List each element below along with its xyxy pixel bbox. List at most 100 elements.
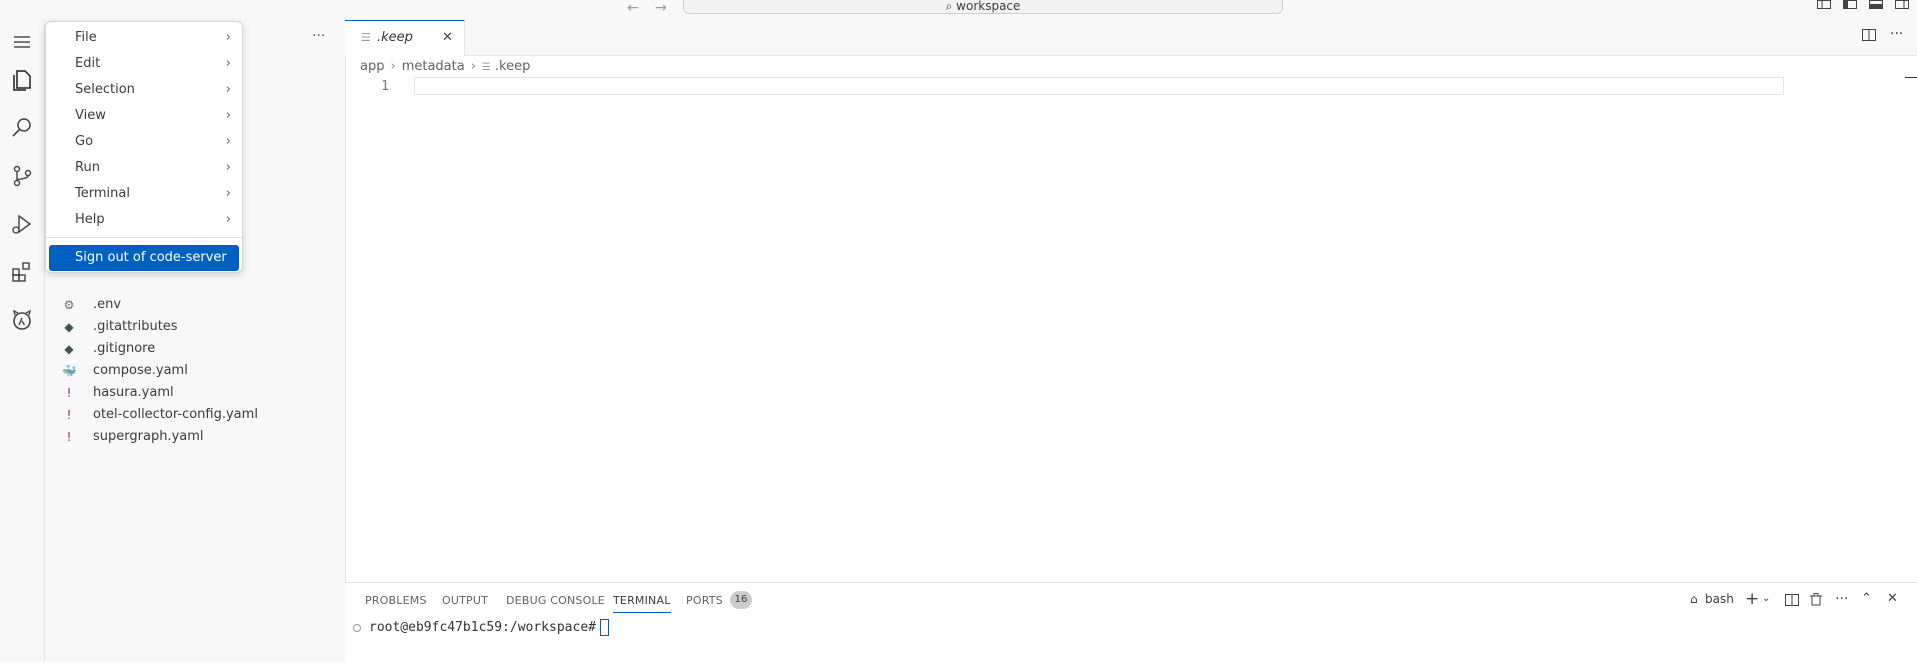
tab-problems[interactable]: PROBLEMS — [365, 594, 427, 607]
chevron-right-icon: › — [225, 56, 231, 71]
menu-item-label: Help — [75, 212, 105, 227]
git-icon: ◆ — [64, 320, 74, 334]
menu-item-run[interactable]: Run › — [49, 156, 239, 180]
menu-item-label: Terminal — [75, 186, 130, 201]
file-item[interactable]: ! hasura.yaml — [60, 383, 340, 403]
yaml-icon: ! — [66, 430, 72, 444]
chevron-right-icon: › — [225, 30, 231, 45]
breadcrumb-item[interactable]: metadata — [402, 59, 465, 74]
menu-item-label: Edit — [75, 56, 101, 71]
breadcrumb-item[interactable]: .keep — [495, 59, 530, 74]
terminal-icon: ⌂ — [1690, 592, 1698, 606]
breadcrumb: app › metadata › ☰ .keep — [360, 57, 530, 77]
terminal-status-icon — [353, 623, 361, 632]
breadcrumb-item[interactable]: app — [360, 59, 384, 74]
hasura-icon[interactable] — [8, 306, 36, 334]
file-item[interactable]: ◆ .gitattributes — [60, 317, 340, 337]
docker-icon: 🐳 — [61, 364, 77, 378]
toggle-panel-icon[interactable] — [1869, 0, 1883, 10]
file-name: otel-collector-config.yaml — [93, 407, 258, 422]
split-editor-icon[interactable] — [1862, 29, 1876, 41]
file-item[interactable]: ! supergraph.yaml — [60, 427, 340, 447]
terminal-output[interactable]: root@eb9fc47b1c59:/workspace# — [353, 619, 609, 636]
file-item[interactable]: ⚙ .env — [60, 295, 340, 315]
chevron-right-icon: › — [390, 59, 396, 74]
chevron-right-icon: › — [225, 186, 231, 201]
tab-output[interactable]: OUTPUT — [442, 594, 488, 607]
arrow-right-icon[interactable]: → — [655, 0, 667, 16]
sign-out-menu-item[interactable]: Sign out of code-server — [49, 245, 239, 271]
file-item[interactable]: ! otel-collector-config.yaml — [60, 405, 340, 425]
more-actions-icon[interactable]: ··· — [312, 28, 332, 46]
file-name: compose.yaml — [93, 363, 188, 378]
file-name: .gitignore — [93, 341, 156, 356]
editor-tabs — [345, 20, 1917, 56]
tab-terminal[interactable]: TERMINAL — [613, 594, 671, 613]
git-icon: ◆ — [64, 342, 74, 356]
line-number: 1 — [381, 79, 389, 94]
menu-item-label: File — [75, 30, 97, 45]
tab-ports[interactable]: PORTS — [686, 594, 723, 607]
command-center-search[interactable]: ⌕ workspace — [683, 0, 1283, 14]
more-actions-icon[interactable]: ··· — [1890, 26, 1903, 42]
menu-item-help[interactable]: Help › — [49, 208, 239, 232]
extensions-icon[interactable] — [8, 258, 36, 286]
terminal-cursor — [599, 619, 609, 636]
menu-item-label: Sign out of code-server — [75, 250, 227, 265]
trash-icon[interactable] — [1810, 593, 1822, 606]
arrow-left-icon[interactable]: ← — [627, 0, 639, 16]
bottom-panel: PROBLEMS OUTPUT DEBUG CONSOLE TERMINAL P… — [345, 582, 1917, 663]
run-debug-icon[interactable] — [8, 210, 36, 238]
customize-layout-icon[interactable] — [1817, 0, 1831, 10]
menu-item-label: Go — [75, 134, 94, 149]
yaml-icon: ! — [66, 386, 72, 400]
add-terminal-icon[interactable]: + — [1745, 589, 1759, 609]
chevron-up-icon[interactable]: ⌃ — [1861, 591, 1872, 606]
menu-separator — [46, 237, 242, 238]
command-center-label: workspace — [956, 0, 1021, 13]
tab-label: .keep — [377, 30, 413, 45]
menu-item-view[interactable]: View › — [49, 104, 239, 128]
split-terminal-icon[interactable] — [1785, 594, 1799, 606]
file-item[interactable]: 🐳 compose.yaml — [60, 361, 340, 381]
chevron-right-icon: › — [225, 134, 231, 149]
chevron-right-icon: › — [225, 82, 231, 97]
terminal-name[interactable]: bash — [1705, 592, 1734, 606]
menu-icon[interactable] — [8, 28, 36, 56]
activity-bar — [0, 20, 45, 662]
tab-debug-console[interactable]: DEBUG CONSOLE — [506, 594, 605, 607]
file-name: .gitattributes — [93, 319, 178, 334]
yaml-icon: ! — [66, 408, 72, 422]
menu-item-label: Run — [75, 160, 100, 175]
gear-icon: ⚙ — [63, 298, 75, 312]
overview-ruler-marker — [1905, 77, 1917, 78]
source-control-icon[interactable] — [8, 162, 36, 190]
file-item[interactable]: ◆ .gitignore — [60, 339, 340, 359]
menu-item-file[interactable]: File › — [49, 26, 239, 50]
close-icon[interactable]: ✕ — [1887, 591, 1898, 606]
editor-current-line[interactable] — [414, 77, 1784, 95]
toggle-primary-sidebar-icon[interactable] — [1843, 0, 1857, 10]
menu-item-label: Selection — [75, 82, 135, 97]
menu-item-go[interactable]: Go › — [49, 130, 239, 154]
menu-item-terminal[interactable]: Terminal › — [49, 182, 239, 206]
file-lines-icon: ☰ — [361, 31, 371, 44]
search-icon: ⌕ — [945, 0, 953, 13]
toggle-secondary-sidebar-icon[interactable] — [1895, 0, 1909, 10]
menu-item-selection[interactable]: Selection › — [49, 78, 239, 102]
more-actions-icon[interactable]: ··· — [1835, 591, 1848, 607]
explorer-files-icon[interactable] — [8, 66, 36, 94]
chevron-down-icon[interactable]: ⌄ — [1762, 593, 1770, 604]
close-icon[interactable]: ✕ — [442, 30, 453, 45]
application-menu: File › Edit › Selection › View › Go › Run › Terminal… — [45, 21, 243, 273]
chevron-right-icon: › — [225, 160, 231, 175]
chevron-right-icon: › — [225, 108, 231, 123]
menu-item-edit[interactable]: Edit › — [49, 52, 239, 76]
file-lines-icon: ☰ — [481, 62, 491, 73]
file-name: hasura.yaml — [93, 385, 174, 400]
search-icon[interactable] — [8, 114, 36, 142]
chevron-right-icon: › — [225, 212, 231, 227]
file-name: .env — [93, 297, 122, 312]
tab-keep[interactable]: ☰ .keep ✕ — [345, 20, 465, 56]
terminal-prompt: root@eb9fc47b1c59:/workspace# — [369, 620, 596, 635]
